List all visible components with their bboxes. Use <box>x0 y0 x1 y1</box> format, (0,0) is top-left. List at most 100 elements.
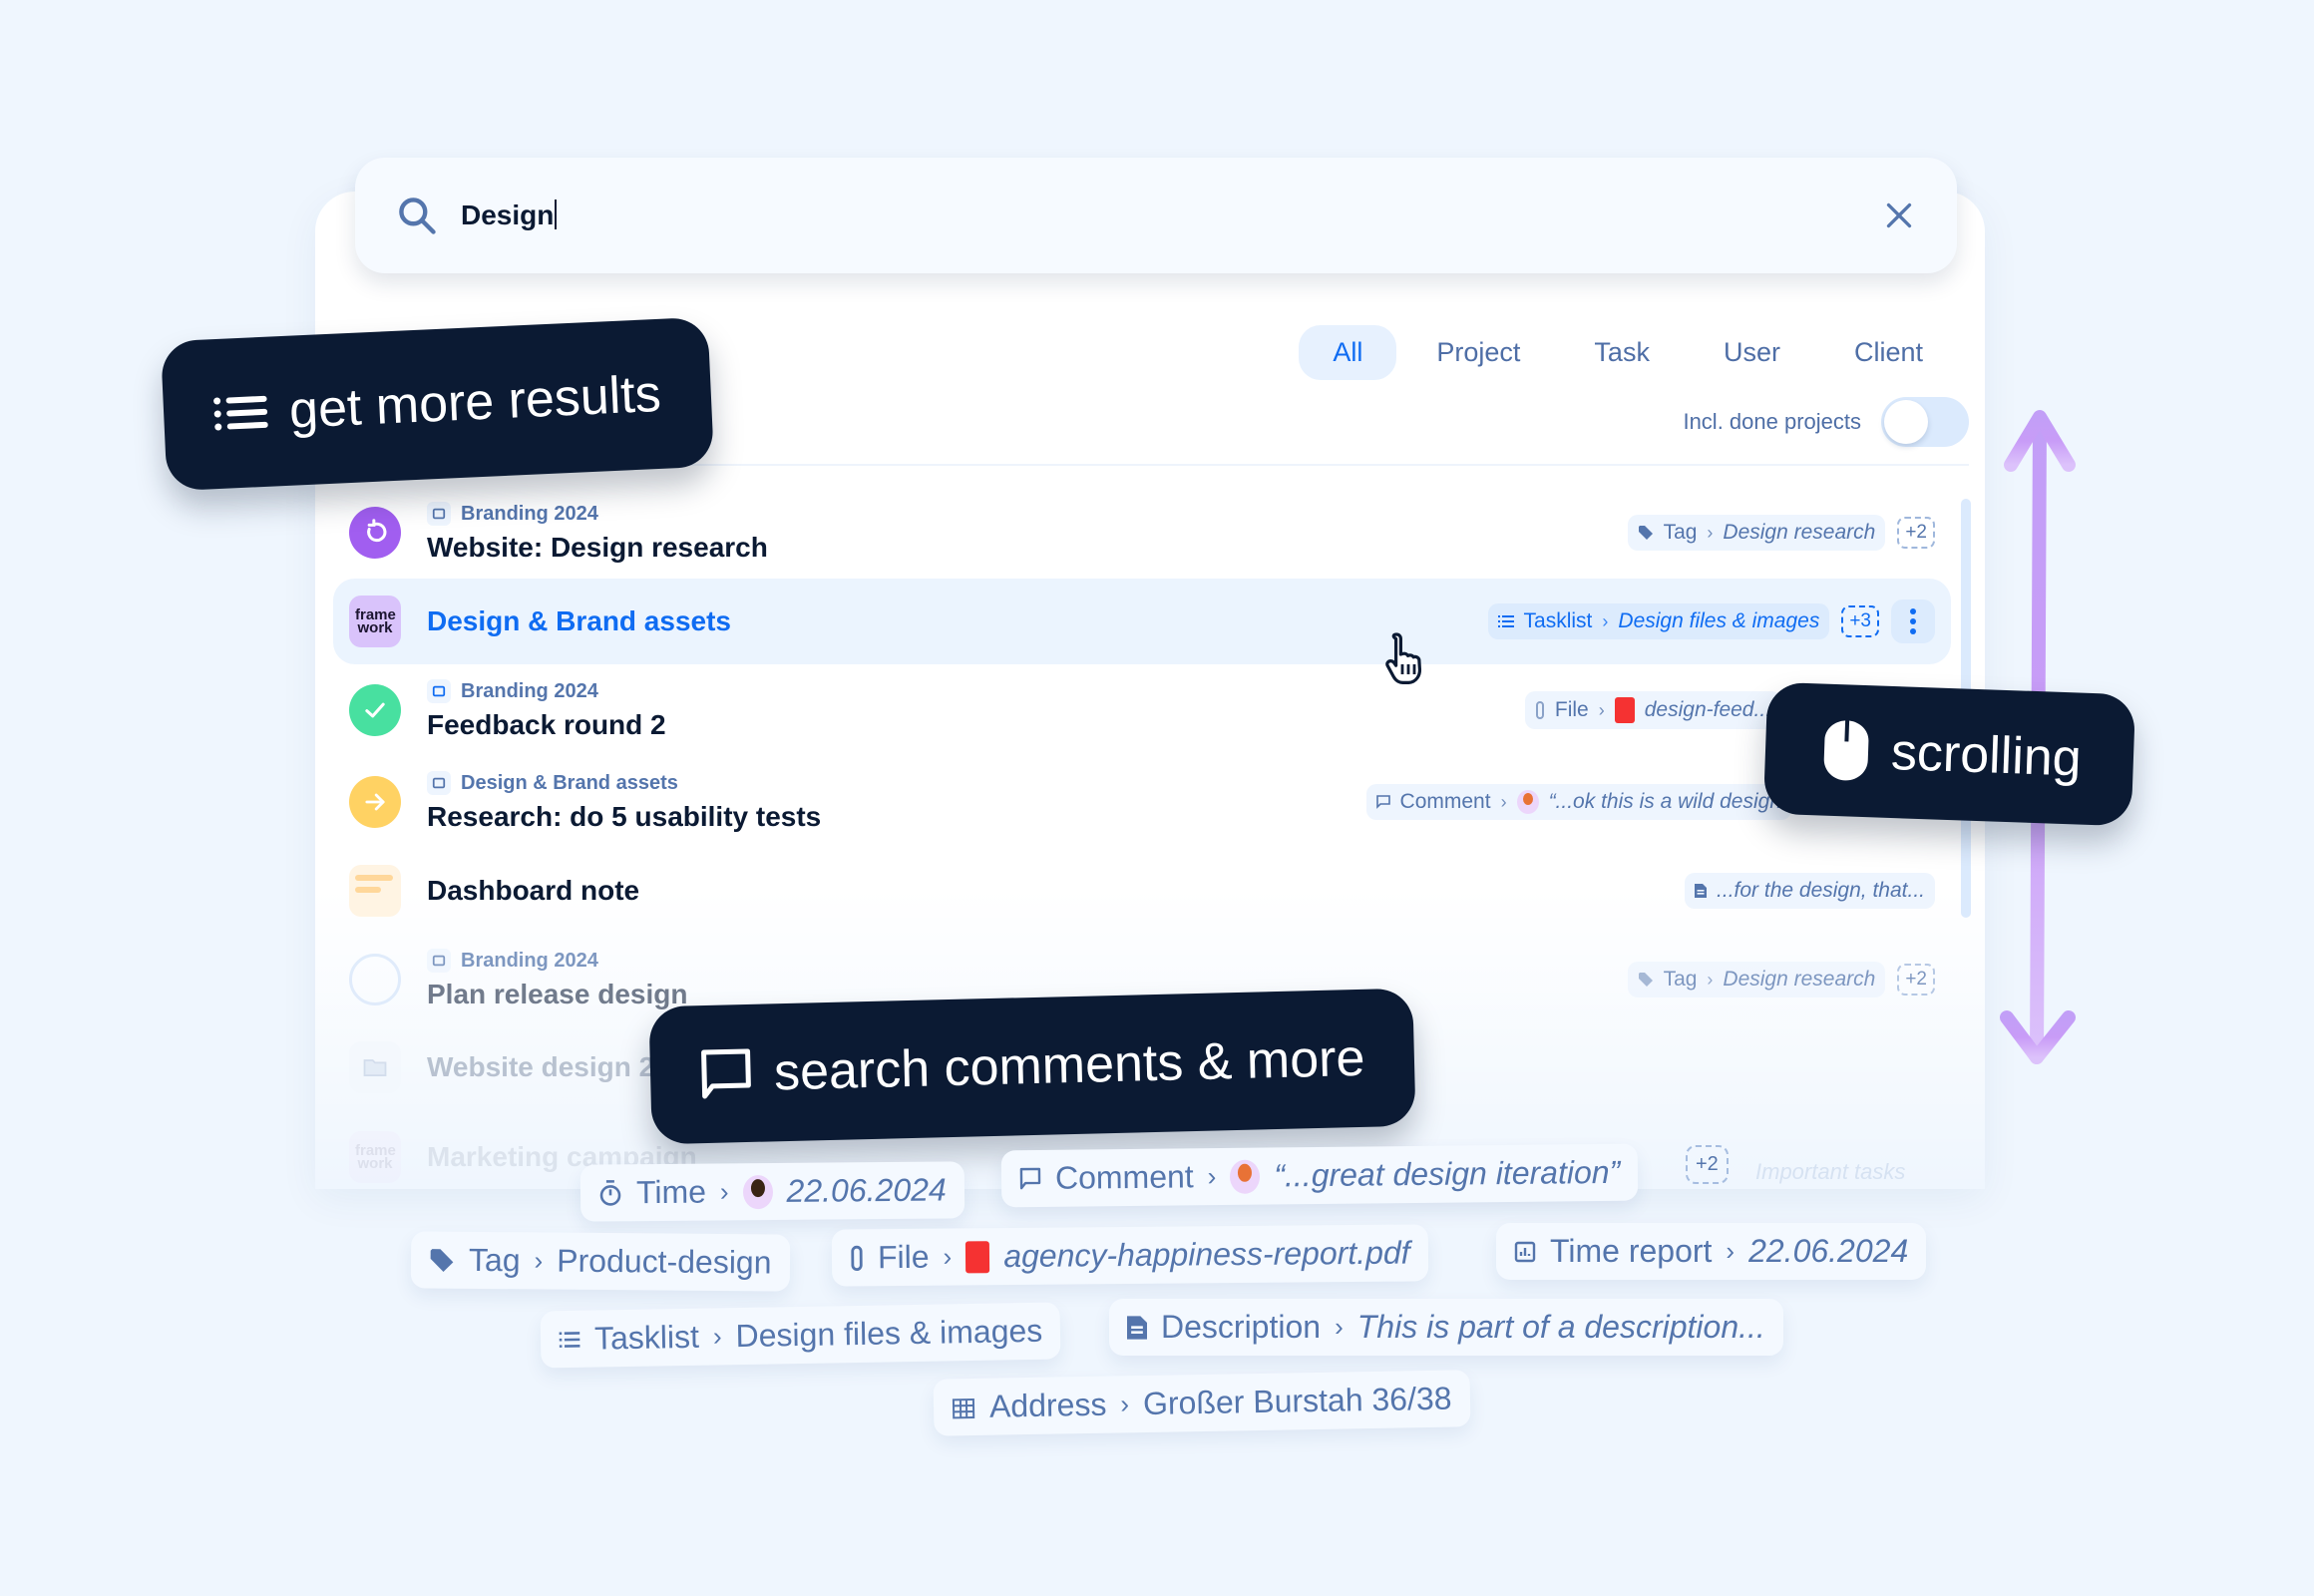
document-icon <box>1127 1315 1147 1340</box>
match-kind: Comment <box>1399 790 1491 813</box>
chip-value: Design files & images <box>735 1312 1043 1355</box>
chevron-right-icon: › <box>1602 610 1609 631</box>
chevron-right-icon: › <box>1335 1312 1344 1342</box>
result-row[interactable]: Branding 2024 Website: Design research T… <box>333 487 1951 579</box>
chip-description: Description › This is part of a descript… <box>1109 1299 1783 1356</box>
chip-kind: Address <box>988 1386 1107 1424</box>
search-input[interactable]: Design <box>461 200 1881 231</box>
client-logo: frame work <box>349 1131 401 1183</box>
chip-comment: Comment › “...great design iteration” <box>1000 1143 1639 1208</box>
match-info: File › design-feed... <box>1524 691 1781 729</box>
status-next-icon <box>349 776 401 828</box>
match-chip: Tag › Design research <box>1627 515 1886 551</box>
done-projects-toggle[interactable] <box>1881 397 1969 447</box>
toggle-knob <box>1884 400 1928 444</box>
match-kind: Tag <box>1663 521 1698 544</box>
match-kind: Tasklist <box>1523 609 1593 632</box>
chevron-right-icon: › <box>1207 1161 1217 1192</box>
tab-task[interactable]: Task <box>1560 325 1684 380</box>
status-done-icon <box>349 684 401 736</box>
result-row[interactable]: Dashboard note ...for the design, that..… <box>333 848 1951 934</box>
chevron-right-icon: › <box>1500 791 1507 812</box>
more-matches-badge: +2 <box>1686 1145 1729 1184</box>
chevron-right-icon: › <box>1707 522 1714 543</box>
mouse-icon <box>1823 720 1869 781</box>
chip-file: File › agency-happiness-report.pdf <box>831 1224 1428 1287</box>
result-row[interactable]: Design & Brand assets Research: do 5 usa… <box>333 756 1951 848</box>
chip-value: This is part of a description... <box>1356 1309 1765 1345</box>
chip-kind: Time <box>635 1173 707 1211</box>
project-name: Branding 2024 <box>461 949 598 972</box>
more-matches-badge[interactable]: +2 <box>1897 517 1935 549</box>
chip-value: 22.06.2024 <box>786 1171 947 1209</box>
close-icon[interactable] <box>1881 198 1917 233</box>
chip-time: Time › 22.06.2024 <box>579 1161 964 1222</box>
text-caret <box>555 200 558 229</box>
chip-kind: Time report <box>1550 1233 1713 1269</box>
chip-address: Address › Großer Burstah 36/38 <box>933 1370 1471 1436</box>
more-matches-badge[interactable]: +2 <box>1897 964 1935 996</box>
chip-value: 22.06.2024 <box>1748 1233 1909 1269</box>
client-logo: frame work <box>349 596 401 647</box>
chevron-right-icon: › <box>1707 969 1714 990</box>
result-title: Research: do 5 usability tests <box>427 801 822 832</box>
pdf-icon <box>1614 697 1635 723</box>
folder-icon <box>427 502 451 526</box>
comment-icon <box>1019 1167 1041 1189</box>
tab-project[interactable]: Project <box>1402 325 1554 380</box>
tab-user[interactable]: User <box>1690 325 1814 380</box>
list-icon <box>213 395 268 431</box>
result-title: Website: Design research <box>427 532 768 563</box>
project-breadcrumb: Branding 2024 <box>427 502 768 526</box>
match-chip: ...for the design, that... <box>1685 873 1935 909</box>
user-avatar <box>742 1174 773 1209</box>
match-value: design-feed... <box>1644 698 1771 721</box>
chip-value: agency-happiness-report.pdf <box>1003 1234 1410 1275</box>
status-in-progress-icon <box>349 507 401 559</box>
chip-kind: Tasklist <box>593 1318 700 1357</box>
search-bar[interactable]: Design <box>355 158 1957 273</box>
project-name: Branding 2024 <box>461 679 598 702</box>
user-avatar <box>1230 1159 1261 1194</box>
logo-text: frame work <box>355 606 396 636</box>
pointer-hand-icon <box>1385 632 1422 684</box>
match-info: Tag › Design research +2 <box>1627 962 1935 998</box>
chevron-right-icon: › <box>1120 1389 1130 1419</box>
comment-icon <box>1375 795 1390 809</box>
ghost-chip-text: Important tasks <box>1755 1159 1906 1184</box>
project-breadcrumb: Branding 2024 <box>427 949 687 973</box>
project-breadcrumb: Branding 2024 <box>427 679 666 703</box>
document-icon <box>1695 884 1708 898</box>
result-row[interactable]: Branding 2024 Feedback round 2 File › de… <box>333 664 1951 756</box>
folder-icon <box>349 1041 401 1093</box>
tab-client[interactable]: Client <box>1820 325 1957 380</box>
match-chip: Tag › Design research <box>1627 962 1886 998</box>
toggle-label: Incl. done projects <box>1683 409 1861 434</box>
more-matches-badge[interactable]: +3 <box>1841 605 1879 637</box>
match-kind: Tag <box>1663 968 1698 991</box>
user-avatar <box>1516 790 1539 814</box>
chip-time-report: Time report › 22.06.2024 <box>1496 1223 1927 1280</box>
result-title: Dashboard note <box>427 875 640 906</box>
search-icon <box>399 198 436 234</box>
more-options-button[interactable] <box>1891 599 1935 643</box>
result-title: Design & Brand assets <box>427 605 731 636</box>
match-value: ...for the design, that... <box>1717 879 1925 902</box>
search-query-text: Design <box>461 200 555 230</box>
result-row-selected[interactable]: frame work Design & Brand assets Tasklis… <box>333 579 1951 664</box>
chevron-right-icon: › <box>1598 699 1605 720</box>
result-title: Feedback round 2 <box>427 709 666 740</box>
pdf-icon <box>965 1240 990 1273</box>
chevron-right-icon: › <box>943 1241 953 1272</box>
building-icon <box>952 1397 975 1418</box>
chip-kind: Tag <box>468 1241 521 1279</box>
chevron-right-icon: › <box>1726 1236 1736 1266</box>
chip-value: Großer Burstah 36/38 <box>1142 1380 1452 1422</box>
chip-value: Product-design <box>557 1242 772 1281</box>
result-title: Plan release design <box>427 979 688 1009</box>
match-info: Tasklist › Design files & images +3 <box>1487 599 1935 643</box>
chevron-right-icon: › <box>719 1176 729 1207</box>
list-icon <box>1497 615 1514 627</box>
tab-all[interactable]: All <box>1299 325 1397 380</box>
match-value: “...ok this is a wild design <box>1548 790 1781 813</box>
